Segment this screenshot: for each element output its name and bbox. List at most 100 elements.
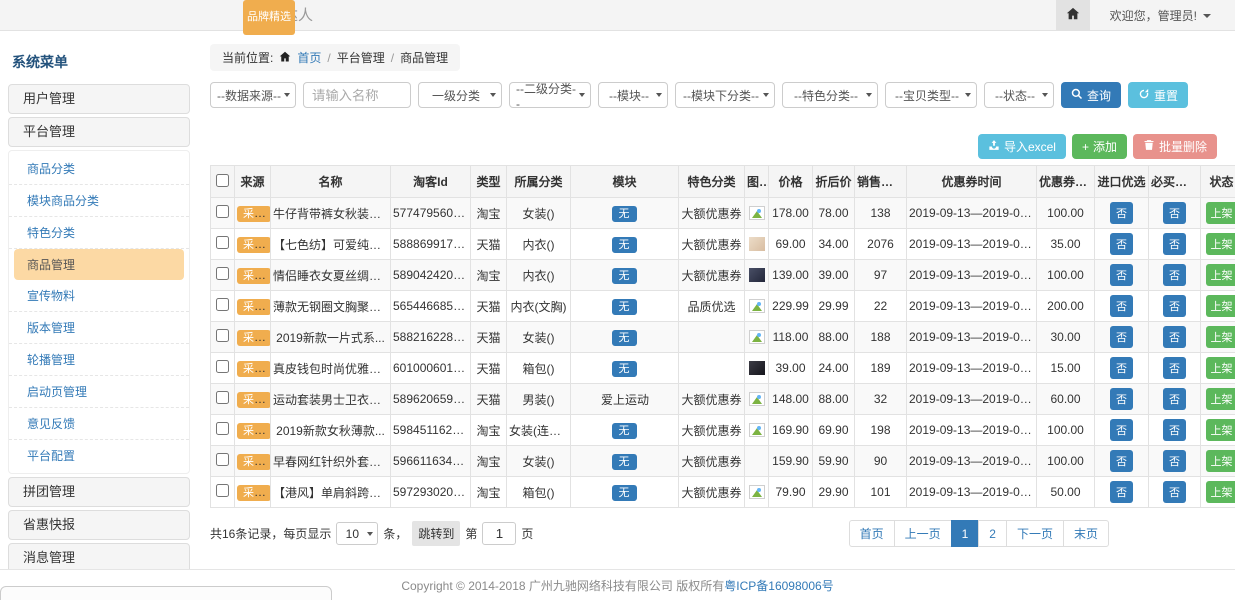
source-badge: 采集 — [237, 423, 271, 439]
prev-page-button[interactable]: 上一页 — [894, 520, 952, 547]
pagination-summary: 共16条记录，每页显示 10 条， 跳转到 第 页 — [210, 521, 533, 546]
import-select-toggle[interactable]: 否 — [1110, 202, 1133, 224]
breadcrumb-home-link[interactable]: 首页 — [297, 49, 321, 66]
sidebar-subitem[interactable]: 商品管理 — [14, 249, 184, 280]
status-button[interactable]: 上架 — [1206, 295, 1235, 317]
sidebar-group[interactable]: 省惠快报 — [8, 510, 190, 540]
add-button[interactable]: + 添加 — [1072, 134, 1127, 159]
level2-category-select[interactable]: --二级分类-- — [509, 82, 591, 108]
import-select-toggle[interactable]: 否 — [1110, 233, 1133, 255]
must-buy-toggle[interactable]: 否 — [1163, 295, 1186, 317]
status-button[interactable]: 上架 — [1206, 233, 1235, 255]
sidebar-subitem[interactable]: 特色分类 — [9, 217, 189, 249]
sidebar-subitem[interactable]: 轮播管理 — [9, 344, 189, 376]
plus-icon: + — [1082, 140, 1089, 154]
sidebar-subitem[interactable]: 商品分类 — [9, 153, 189, 185]
import-select-toggle[interactable]: 否 — [1110, 264, 1133, 286]
must-buy-toggle[interactable]: 否 — [1163, 481, 1186, 503]
must-buy-toggle[interactable]: 否 — [1163, 202, 1186, 224]
status-button[interactable]: 上架 — [1206, 388, 1235, 410]
sidebar-subitem[interactable]: 宣传物料 — [9, 280, 189, 312]
import-select-toggle[interactable]: 否 — [1110, 357, 1133, 379]
per-page-select[interactable]: 10 — [336, 522, 378, 545]
sidebar-submenu: 商品分类模块商品分类特色分类商品管理宣传物料版本管理轮播管理启动页管理意见反馈平… — [8, 150, 190, 474]
sidebar-subitem[interactable]: 模块商品分类 — [9, 185, 189, 217]
sidebar-group-platform[interactable]: 平台管理 — [8, 117, 190, 147]
level1-category-select[interactable]: 一级分类 — [418, 82, 502, 108]
search-button[interactable]: 查询 — [1061, 82, 1121, 108]
status-button[interactable]: 上架 — [1206, 357, 1235, 379]
import-select-toggle[interactable]: 否 — [1110, 326, 1133, 348]
sidebar-subitem[interactable]: 版本管理 — [9, 312, 189, 344]
breadcrumb-item: 平台管理 — [337, 49, 385, 66]
sidebar-subitem[interactable]: 意见反馈 — [9, 408, 189, 440]
sidebar-subitem[interactable]: 平台配置 — [9, 440, 189, 471]
product-type: 淘宝 — [471, 198, 507, 229]
item-type-select[interactable]: --宝贝类型-- — [885, 82, 977, 108]
must-buy-toggle[interactable]: 否 — [1163, 357, 1186, 379]
status-select[interactable]: --状态-- — [984, 82, 1054, 108]
coupon-time: 2019-09-13—2019-09-19 — [907, 322, 1037, 353]
page-2-button[interactable]: 2 — [978, 520, 1007, 547]
sidebar-group[interactable]: 拼团管理 — [8, 477, 190, 507]
import-select-toggle[interactable]: 否 — [1110, 481, 1133, 503]
user-menu[interactable]: 欢迎您，管理员! — [1090, 0, 1235, 31]
module-select[interactable]: --模块-- — [598, 82, 668, 108]
jump-page-input[interactable] — [482, 522, 516, 545]
sidebar-group-users[interactable]: 用户管理 — [8, 84, 190, 114]
row-checkbox[interactable] — [216, 360, 229, 373]
row-checkbox[interactable] — [216, 205, 229, 218]
import-excel-button[interactable]: 导入excel — [978, 134, 1066, 159]
feature-category: 大额优惠券 — [679, 446, 745, 477]
reset-button[interactable]: 重置 — [1128, 82, 1188, 108]
status-button[interactable]: 上架 — [1206, 202, 1235, 224]
table-actions: 导入excel + 添加 批量删除 — [210, 134, 1217, 159]
must-buy-toggle[interactable]: 否 — [1163, 419, 1186, 441]
row-checkbox[interactable] — [216, 236, 229, 249]
feature-category-select[interactable]: --特色分类-- — [782, 82, 878, 108]
last-page-button[interactable]: 末页 — [1063, 520, 1109, 547]
status-button[interactable]: 上架 — [1206, 326, 1235, 348]
source-select[interactable]: --数据来源-- — [210, 82, 296, 108]
row-checkbox[interactable] — [216, 267, 229, 280]
coupon-time: 2019-09-13—2019-09-17 — [907, 291, 1037, 322]
must-buy-toggle[interactable]: 否 — [1163, 450, 1186, 472]
import-select-toggle[interactable]: 否 — [1110, 295, 1133, 317]
batch-delete-button[interactable]: 批量删除 — [1133, 134, 1217, 159]
price: 139.00 — [769, 260, 813, 291]
table-row: 采集 【港风】单肩斜跨链条... 597293020870 淘宝 箱包() 无 … — [211, 477, 1235, 508]
row-checkbox[interactable] — [216, 422, 229, 435]
status-button[interactable]: 上架 — [1206, 450, 1235, 472]
source-badge: 采集 — [237, 330, 271, 346]
product-category: 女装(连衣裙) — [507, 415, 571, 446]
must-buy-toggle[interactable]: 否 — [1163, 388, 1186, 410]
row-checkbox[interactable] — [216, 329, 229, 342]
must-buy-toggle[interactable]: 否 — [1163, 233, 1186, 255]
breadcrumb: 当前位置: 首页 / 平台管理 / 商品管理 — [210, 44, 460, 71]
feature-category — [679, 353, 745, 384]
jump-button[interactable]: 跳转到 — [412, 521, 460, 546]
select-all-checkbox[interactable] — [216, 174, 229, 187]
status-button[interactable]: 上架 — [1206, 264, 1235, 286]
status-button[interactable]: 上架 — [1206, 481, 1235, 503]
must-buy-toggle[interactable]: 否 — [1163, 264, 1186, 286]
must-buy-toggle[interactable]: 否 — [1163, 326, 1186, 348]
name-search-input[interactable] — [303, 82, 411, 108]
product-image — [749, 237, 765, 251]
row-checkbox[interactable] — [216, 453, 229, 466]
row-checkbox[interactable] — [216, 391, 229, 404]
breadcrumb-prefix: 当前位置: — [222, 49, 273, 66]
status-button[interactable]: 上架 — [1206, 419, 1235, 441]
import-select-toggle[interactable]: 否 — [1110, 388, 1133, 410]
next-page-button[interactable]: 下一页 — [1006, 520, 1064, 547]
row-checkbox[interactable] — [216, 484, 229, 497]
import-select-toggle[interactable]: 否 — [1110, 450, 1133, 472]
first-page-button[interactable]: 首页 — [849, 520, 895, 547]
row-checkbox[interactable] — [216, 298, 229, 311]
page-1-button[interactable]: 1 — [951, 520, 980, 547]
import-select-toggle[interactable]: 否 — [1110, 419, 1133, 441]
sidebar-subitem[interactable]: 启动页管理 — [9, 376, 189, 408]
icp-link[interactable]: 粤ICP备16098006号 — [724, 577, 833, 594]
module-sub-select[interactable]: --模块下分类-- — [675, 82, 775, 108]
home-button[interactable] — [1056, 0, 1090, 31]
